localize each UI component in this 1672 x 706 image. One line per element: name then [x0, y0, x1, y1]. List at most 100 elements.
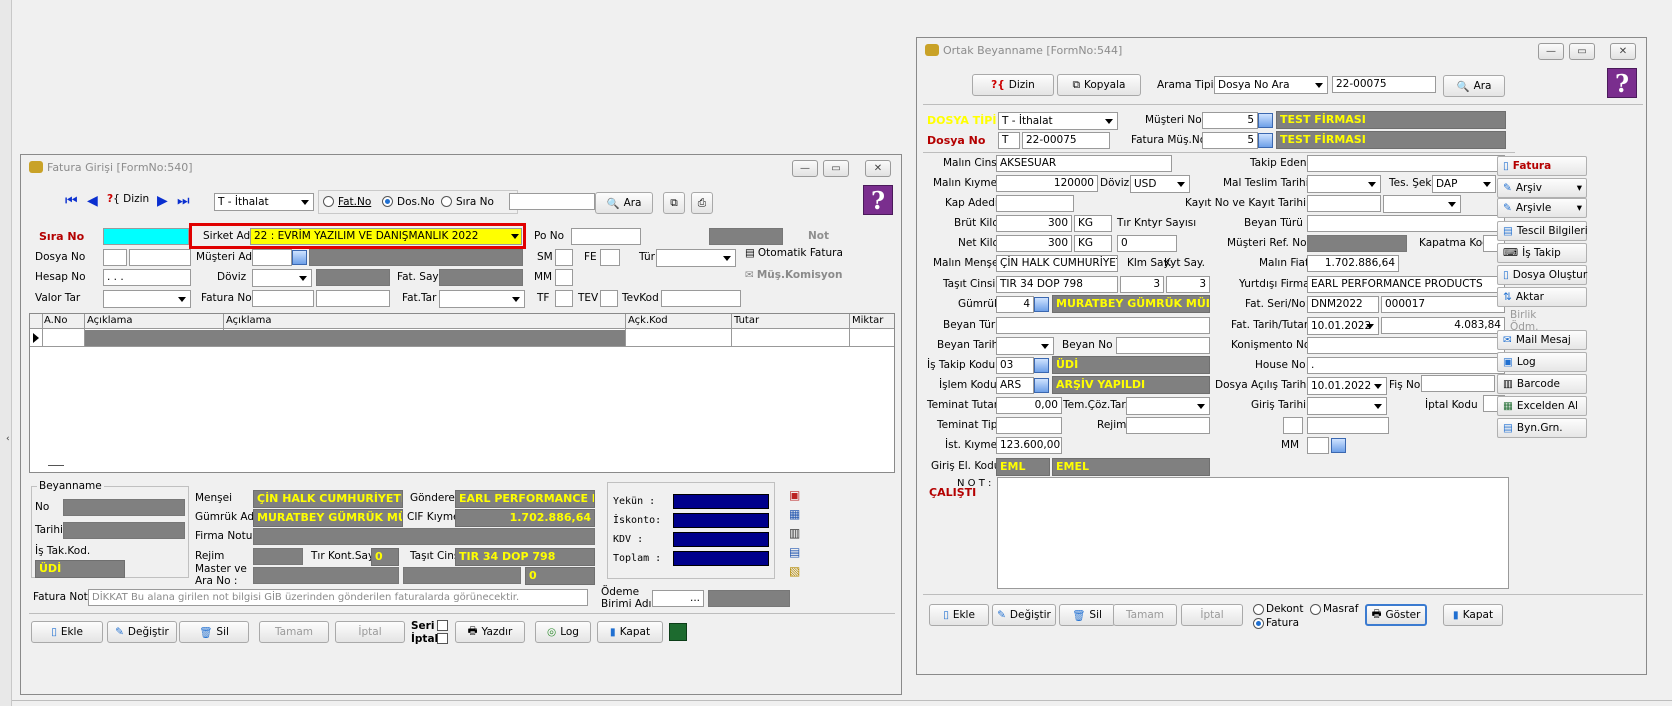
kayit-no-field[interactable] [1307, 195, 1381, 212]
grid-col-aciklama-2[interactable]: Açıklama [226, 315, 272, 326]
kapat-button[interactable]: ▮ Kapat [1443, 604, 1503, 626]
ara-button[interactable]: 🔍 Ara [595, 192, 653, 214]
goster-button[interactable]: 🖶 Göster [1365, 604, 1427, 626]
seri-checkbox[interactable] [437, 620, 448, 631]
mm-field[interactable] [555, 269, 573, 286]
search-input[interactable] [509, 193, 595, 210]
arsiv-side-button[interactable]: ✎ Arşiv ▾ [1497, 178, 1587, 198]
side-icon-list[interactable]: ▤ [789, 545, 800, 559]
tf-field[interactable] [555, 290, 573, 307]
fat-seri-field[interactable]: DNM2022 [1307, 296, 1379, 313]
dosya-tipi-select[interactable]: T - İthalat [998, 112, 1118, 130]
kayit-tarihi-select[interactable] [1383, 195, 1461, 213]
print-preview-button[interactable]: ⎙ [691, 192, 713, 214]
house-no-field[interactable]: . [1307, 357, 1505, 374]
yurtdisi-firma-field[interactable]: EARL PERFORMANCE PRODUCTS [1307, 276, 1505, 293]
first-record-icon[interactable]: ⏮ [65, 193, 78, 209]
tescil-side-button[interactable]: ▤ Tescil Bilgileri [1497, 221, 1588, 241]
ekle-button[interactable]: ▯ Ekle [929, 604, 989, 626]
invoice-grid[interactable]: A.No Açıklama Açıklama Açk.Kod Tutar Mik… [29, 313, 895, 473]
sil-button[interactable]: 🗑 Sil [179, 621, 249, 643]
giris-tarihi-select[interactable] [1307, 397, 1387, 415]
doviz-select[interactable]: USD [1130, 175, 1190, 193]
log-side-button[interactable]: ▣ Log [1497, 352, 1587, 372]
tamam-button[interactable]: Tamam [259, 621, 329, 643]
beyan-tarihi-select[interactable] [996, 337, 1054, 355]
byn-grn-side-button[interactable]: ▤ Byn.Grn. [1497, 418, 1587, 438]
rejim-field[interactable] [1126, 417, 1210, 434]
takip-eden-field[interactable] [1307, 155, 1505, 172]
grid-col-aciklama-1[interactable]: Açıklama [87, 315, 133, 326]
fat-tarih-select[interactable]: 10.01.2022 [1307, 317, 1379, 335]
odeme-field[interactable]: ... [652, 590, 704, 607]
degistir-button[interactable]: ✎ Değiştir [107, 621, 177, 643]
net-unit-field[interactable]: KG [1074, 235, 1112, 252]
sirket-dropdown-icon[interactable] [511, 234, 519, 239]
sira-no-field[interactable] [103, 228, 189, 245]
musteri-no-field[interactable]: 5 [1202, 112, 1258, 129]
net-kilo-field[interactable]: 300 [996, 235, 1072, 252]
fatura-mus-field[interactable]: 5 [1202, 132, 1258, 149]
dosya-acilis-select[interactable]: 10.01.2022 [1307, 377, 1387, 395]
tir-kntyr-field[interactable]: 0 [1117, 235, 1177, 252]
hesap-no-field[interactable]: . . . [103, 269, 191, 286]
maximize-icon[interactable]: ▭ [1569, 43, 1595, 60]
tevkod-field[interactable] [661, 290, 741, 307]
last-record-icon[interactable]: ⏭ [177, 193, 190, 209]
calculator-icon[interactable] [669, 623, 687, 641]
not-textarea[interactable] [997, 477, 1509, 589]
degistir-button[interactable]: ✎ Değiştir [992, 604, 1056, 626]
beyan-turu2-field[interactable] [1307, 215, 1505, 232]
copy-button[interactable]: ⧉ [663, 192, 685, 214]
kap-adedi-field[interactable] [996, 195, 1074, 212]
radio-sirano[interactable] [441, 196, 452, 207]
is-takip-side-button[interactable]: ⌨ İş Takip [1497, 243, 1587, 263]
row-cell-aciklama[interactable] [85, 330, 625, 346]
grid-col-tutar[interactable]: Tutar [734, 315, 759, 326]
brut-unit-field[interactable]: KG [1074, 215, 1112, 232]
fatura-not-field[interactable]: DİKKAT Bu alana girilen not bilgisi GİB … [88, 589, 588, 606]
minimize-icon[interactable]: — [1538, 43, 1564, 60]
musteri-lookup-icon[interactable] [1258, 113, 1273, 128]
tem-coz-select[interactable] [1126, 397, 1210, 415]
side-icon-print[interactable]: ▥ [789, 526, 800, 540]
dosya-no-prefix[interactable] [103, 249, 127, 266]
aktar-side-button[interactable]: ⇅ Aktar [1497, 287, 1587, 307]
mm-lookup-icon[interactable] [1331, 438, 1346, 453]
valor-tar-select[interactable] [103, 290, 191, 308]
musteri-lookup-icon[interactable] [292, 250, 307, 265]
close-icon[interactable]: ✕ [865, 160, 891, 177]
barcode-side-button[interactable]: ▥ Barcode [1497, 374, 1587, 394]
side-icon-stack[interactable]: ▧ [789, 564, 800, 578]
arama-tipi-select[interactable]: Dosya No Ara [1214, 76, 1328, 94]
teminat-tutari-field[interactable]: 0,00 [996, 397, 1062, 414]
grid-col-ack-kod[interactable]: Açk.Kod [628, 315, 668, 326]
dosya-olustur-side-button[interactable]: ▯ Dosya Oluştur [1497, 265, 1587, 285]
side-icon-add-doc[interactable]: ▣ [789, 488, 800, 502]
ekle-button[interactable]: ▯ Ekle [31, 621, 103, 643]
gumruk-no-field[interactable]: 4 [996, 296, 1034, 313]
help-icon[interactable]: ? [863, 185, 893, 215]
sm-field[interactable] [555, 249, 573, 266]
teminat-tipi-field[interactable] [996, 417, 1062, 434]
beyan-turu-field[interactable] [996, 317, 1210, 334]
tamam-button[interactable]: Tamam [1113, 604, 1177, 626]
fis-no-field[interactable] [1421, 375, 1495, 392]
mm-field[interactable] [1307, 437, 1329, 454]
fat-no-field[interactable]: 000017 [1381, 296, 1505, 313]
dizin-button[interactable]: ?{Dizin [972, 74, 1054, 96]
close-icon[interactable]: ✕ [1610, 43, 1636, 60]
yazdir-button[interactable]: 🖶 Yazdır [455, 621, 525, 643]
tur-select[interactable] [656, 249, 736, 267]
konismento-field[interactable] [1307, 337, 1505, 354]
fatura-no-field-2[interactable] [316, 290, 390, 307]
malin-cinsi-field[interactable]: AKSESUAR [996, 155, 1172, 172]
dizin-button[interactable]: ?{ Dizin [107, 193, 149, 205]
tip-select[interactable]: T - İthalat [214, 193, 314, 211]
next-record-icon[interactable]: ▶ [157, 193, 168, 209]
gumruk-lookup-icon[interactable] [1034, 297, 1049, 312]
giris-extra-field-2[interactable] [1307, 417, 1389, 434]
arsivle-side-button[interactable]: ✎ Arşivle ▾ [1497, 198, 1587, 218]
maximize-icon[interactable]: ▭ [823, 160, 849, 177]
help-icon[interactable]: ? [1607, 68, 1637, 98]
